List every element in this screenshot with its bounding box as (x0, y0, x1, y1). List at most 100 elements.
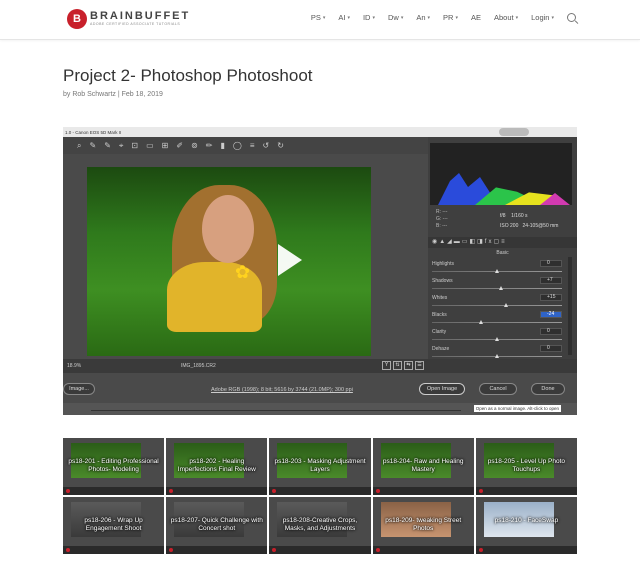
nav-item-ai[interactable]: AI ▾ (338, 13, 350, 22)
logo-tagline: ADOBE CERTIFIED ASSOCIATE TUTORIALS (90, 22, 181, 26)
nav-item-about[interactable]: About ▾ (494, 13, 518, 22)
transform-icon: ⊞ (161, 140, 169, 150)
nav-label: About (494, 13, 514, 22)
playlist-item-label: ps18-202 - Healing Imperfections Final R… (177, 458, 256, 473)
status-bar: 18.9% IMG_1895.CR2 Y ⇅ ⇆ ☰ (63, 359, 428, 373)
slider-track (432, 305, 562, 306)
logo-name: BRAINBUFFET (90, 10, 191, 22)
record-icon (375, 489, 380, 493)
slider-shadows: Shadows +7 (432, 277, 564, 294)
panel-scrollbar (568, 257, 572, 355)
image-preview: ✿ (63, 154, 428, 359)
slider-label: Shadows (432, 278, 453, 284)
graduated-filter-icon: ▮ (220, 140, 225, 150)
playlist-item[interactable]: ps18-202 - Healing Imperfections Final R… (166, 438, 268, 495)
watermark-logo (499, 128, 529, 136)
nav-item-dw[interactable]: Dw ▾ (388, 13, 403, 22)
progress-bar[interactable] (91, 410, 461, 411)
video-controls: Open as a normal image. Alt-click to ope… (63, 403, 577, 415)
adjust-panel: R: --- G: --- B: --- f/8 1/160 s ISO 200… (428, 137, 577, 359)
red-eye-icon: ⊚ (191, 140, 198, 150)
playlist-item[interactable]: ps18-203 - Masking Adjustment Layers (269, 438, 371, 495)
brain-logo-icon: B (67, 9, 87, 29)
swap-icon: ⇆ (404, 361, 413, 370)
nav-item-login[interactable]: Login ▾ (531, 13, 554, 22)
slider-label: Whites (432, 295, 448, 301)
nav-item-id[interactable]: ID ▾ (363, 13, 375, 22)
rgb-readout: R: --- G: --- B: --- (436, 209, 448, 229)
tooltip: Open as a normal image. Alt-click to ope… (473, 405, 561, 412)
color-sampler-icon: ✎ (104, 140, 111, 150)
video-window-bar: 1.0 - Canon EOS 5D Mark II (63, 127, 577, 137)
nav-label: AI (338, 13, 346, 22)
slider-value: +7 (540, 277, 562, 284)
nav-label: An (416, 13, 426, 22)
record-icon (66, 489, 70, 493)
file-name: IMG_1895.CR2 (181, 363, 216, 369)
play-icon[interactable] (278, 244, 302, 276)
playlist-item-label: ps18-205 - Level Up Photo Touchups (487, 458, 566, 473)
playlist-item-label: ps18-206 - Wrap Up Engagement Shoot (84, 517, 143, 532)
slider-track (432, 288, 562, 289)
open-image-button: Open Image (419, 383, 465, 395)
panel-label: Basic (496, 250, 509, 256)
slider-dehaze: Dehaze 0 (432, 345, 564, 362)
playlist-item[interactable]: ps18-210 - FaceSwap (475, 497, 577, 554)
nav-label: ID (362, 13, 371, 22)
slider-blacks: Blacks -24 (432, 311, 564, 328)
nav-item-pr[interactable]: PR ▾ (443, 13, 458, 22)
video-player[interactable]: 1.0 - Canon EOS 5D Mark II ⌕ ✎ ✎ ⌖ ⊡ ▭ ⊞… (63, 127, 577, 415)
record-icon (478, 489, 483, 493)
slider-whites: Whites +15 (432, 294, 564, 311)
eyedropper-icon: ✎ (89, 140, 97, 150)
slider-thumb (504, 303, 509, 307)
playlist-item-label: ps18-203 - Masking Adjustment Layers (274, 458, 366, 473)
record-icon (66, 548, 70, 552)
chevron-down-icon: ▾ (455, 14, 458, 21)
search-icon[interactable] (567, 13, 576, 22)
playlist-item[interactable]: ps18-207- Quick Challenge with Concert s… (166, 497, 268, 554)
compare-icon: ⇅ (393, 361, 402, 370)
nav-item-an[interactable]: An ▾ (416, 13, 430, 22)
record-icon (478, 548, 483, 552)
nav-label: PS (310, 13, 321, 22)
done-button: Done (531, 383, 565, 395)
preview-photo: ✿ (87, 167, 371, 356)
cancel-button: Cancel (479, 383, 517, 395)
panel-tabs: ◉▲◢▬▭◧◨fx▢≡ (428, 237, 577, 248)
playlist-grid: ps18-201 - Editing Professional Photos- … (63, 438, 577, 554)
camera-raw-toolbar: ⌕ ✎ ✎ ⌖ ⊡ ▭ ⊞ ✐ ⊚ ✏ ▮ ◯ ≡ ↺ ↻ ⇱ (63, 137, 449, 154)
slider-label: Dehaze (432, 346, 450, 352)
straighten-icon: ▭ (146, 140, 154, 150)
crop-icon: ⊡ (131, 140, 139, 150)
playlist-item-label: ps18-210 - FaceSwap (494, 517, 559, 524)
playlist-item[interactable]: ps18-204- Raw and Healing Mastery (372, 438, 474, 495)
slider-thumb (495, 337, 499, 341)
nav-item-ps[interactable]: PS ▾ (311, 13, 326, 22)
playlist-item[interactable]: ps18-206 - Wrap Up Engagement Shoot (63, 497, 165, 554)
radial-filter-icon: ◯ (232, 140, 242, 150)
histogram (430, 143, 572, 205)
nav-label: PR (443, 13, 454, 22)
chevron-down-icon: ▾ (515, 14, 519, 21)
adjustment-brush-icon: ✏ (205, 140, 213, 150)
slider-value: +15 (540, 294, 562, 301)
main-nav: PS ▾ AI ▾ ID ▾ Dw ▾ An ▾ PR ▾ AE About ▾ Login ▾ (311, 13, 576, 22)
playlist-item[interactable]: ps18-209- tweaking Street Photos (372, 497, 474, 554)
playlist-item[interactable]: ps18-205 - Level Up Photo Touchups (475, 438, 577, 495)
playlist-item[interactable]: ps18-208-Creative Crops, Masks, and Adju… (269, 497, 371, 554)
slider-thumb (479, 320, 484, 324)
playlist-item[interactable]: ps18-201 - Editing Professional Photos- … (63, 438, 165, 495)
playlist-item-label: ps18-208-Creative Crops, Masks, and Adju… (282, 517, 358, 532)
nav-label: Login (531, 13, 550, 22)
nav-label: AE (470, 13, 481, 22)
slider-value: 0 (540, 345, 562, 352)
rotate-left-icon: ↺ (262, 140, 270, 150)
slider-value: -24 (540, 311, 562, 318)
nav-item-ae[interactable]: AE (471, 13, 481, 22)
slider-thumb (495, 269, 499, 273)
zoom-level[interactable]: 18.9% (67, 363, 81, 369)
site-logo[interactable]: B BRAINBUFFET ADOBE CERTIFIED ASSOCIATE … (67, 9, 190, 29)
image-button: Image... (63, 383, 95, 395)
site-header: B BRAINBUFFET ADOBE CERTIFIED ASSOCIATE … (0, 0, 640, 40)
